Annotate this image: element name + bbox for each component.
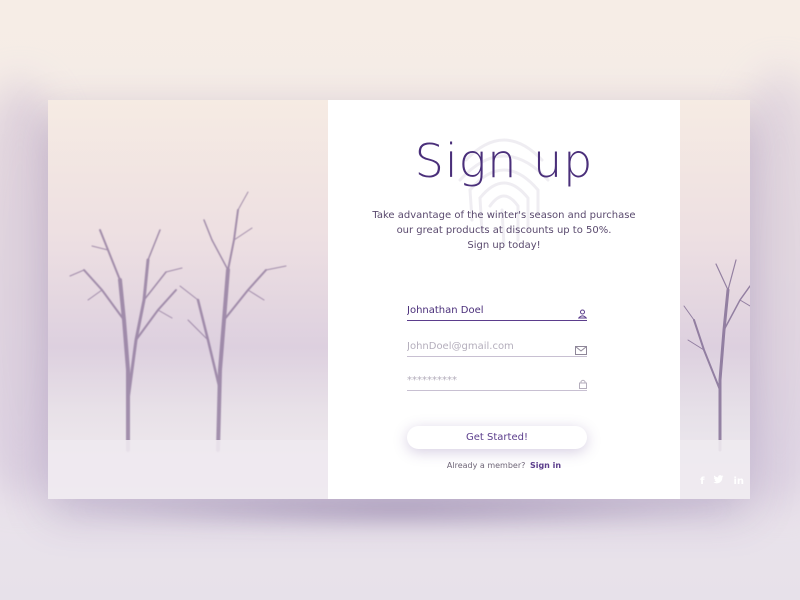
lock-icon [579,374,587,393]
winter-photo-right: f in [680,100,750,499]
promo-line: Take advantage of the winter's season an… [372,210,636,221]
name-input[interactable] [407,302,567,319]
signup-card: Sign up Take advantage of the winter's s… [48,100,750,499]
email-input[interactable] [407,338,567,355]
facebook-icon[interactable]: f [700,476,704,487]
password-input[interactable] [407,372,567,389]
page-title: Sign up [414,134,594,188]
promo-line: Sign up today! [467,240,541,251]
signin-prompt: Already a member? Sign in [328,461,680,470]
tree-illustration [680,259,750,499]
promo-text: Take advantage of the winter's season an… [368,208,640,253]
name-field [407,302,588,323]
tree-illustration [48,191,328,499]
envelope-icon [575,340,587,359]
get-started-button[interactable]: Get Started! [407,426,587,449]
winter-photo-left [48,100,328,499]
promo-line: our great products at discounts up to 50… [396,225,612,236]
signup-form-panel: Sign up Take advantage of the winter's s… [328,100,680,499]
password-field [407,372,587,391]
member-prompt-text: Already a member? [446,461,526,470]
email-field [407,338,587,357]
linkedin-icon[interactable]: in [733,476,744,487]
signin-link[interactable]: Sign in [530,461,561,470]
twitter-icon[interactable] [713,475,724,487]
user-icon [577,304,588,323]
social-links: f in [700,475,744,487]
